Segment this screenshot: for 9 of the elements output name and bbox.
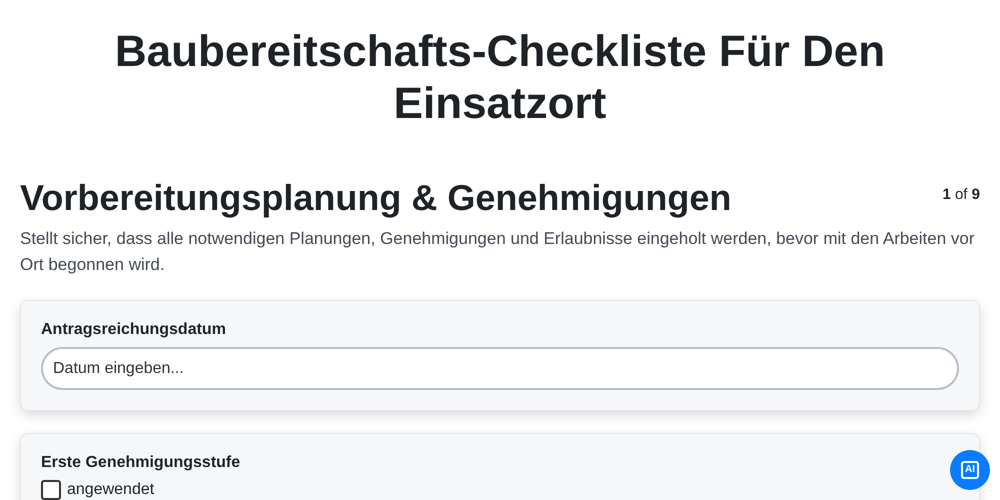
section-heading: Vorbereitungsplanung & Genehmigungen (20, 176, 732, 220)
section-description: Stellt sicher, dass alle notwendigen Planungen, Genehmigungen und Erlaubnisse eingeholt werden, bevor mit den Arbeiten vor Ort begonnen wird. (20, 228, 976, 276)
checkbox[interactable] (41, 480, 61, 500)
page-title: Baubereitschafts-Checkliste Für Den Einsatzort (114, 26, 886, 130)
question-label: Antragsreichungsdatum (41, 321, 227, 339)
date-field[interactable]: Datum eingeben... (41, 347, 959, 390)
question-label: Erste Genehmigungsstufe (41, 454, 242, 472)
page-counter: 1 of 9 (942, 186, 980, 203)
checkbox-label: angewendet (67, 481, 154, 499)
